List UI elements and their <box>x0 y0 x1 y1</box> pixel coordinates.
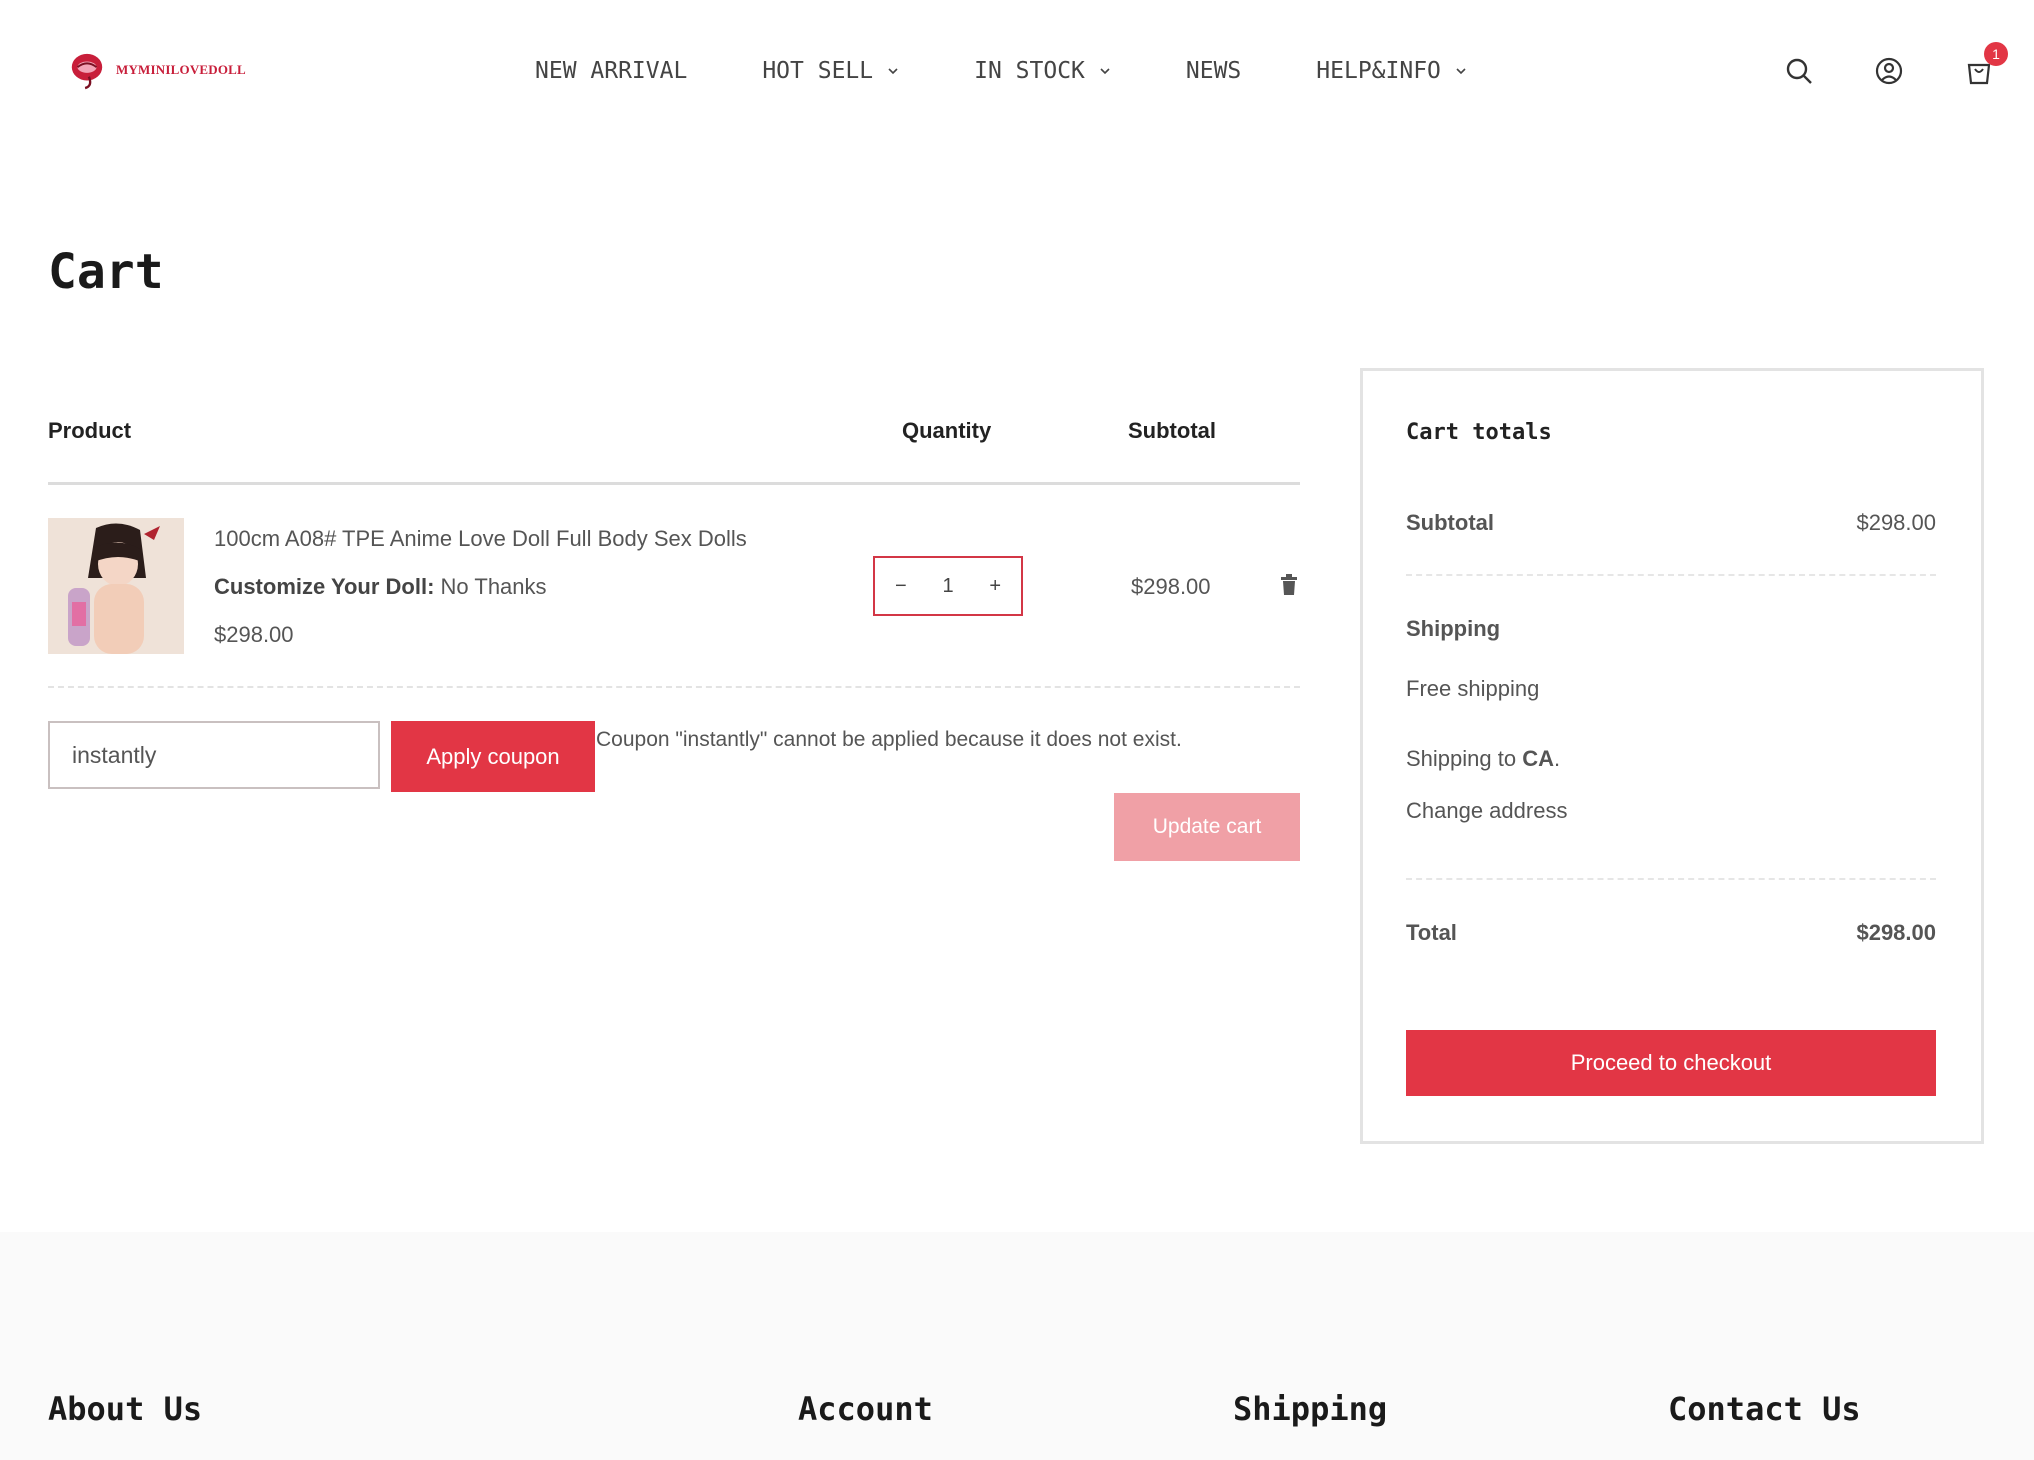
total-label: Total <box>1406 920 1457 945</box>
cart-count-badge: 1 <box>1984 42 2008 66</box>
nav-label: HOT SELL <box>762 58 874 84</box>
cart-icon[interactable]: 1 <box>1964 42 2008 86</box>
change-address-link[interactable]: Change address <box>1406 798 1567 824</box>
footer-heading-about: About Us <box>48 1390 203 1428</box>
proceed-to-checkout-button[interactable]: Proceed to checkout <box>1406 1030 1936 1096</box>
chevron-down-icon <box>888 68 898 75</box>
product-name-link[interactable]: 100cm A08# TPE Anime Love Doll Full Body… <box>214 526 747 552</box>
nav-new-arrival[interactable]: NEW ARRIVAL <box>535 58 687 84</box>
page-title: Cart <box>48 244 164 300</box>
quantity-stepper: − 1 + <box>873 556 1023 616</box>
cart-totals-title: Cart totals <box>1406 420 1552 445</box>
update-cart-button[interactable]: Update cart <box>1114 793 1300 861</box>
site-header: MYMINILOVEDOLL NEW ARRIVAL HOT SELL IN S… <box>0 0 2034 148</box>
trash-icon[interactable] <box>1280 574 1298 596</box>
shipping-label: Shipping <box>1406 616 1501 641</box>
column-header-product: Product <box>48 418 132 443</box>
nav-label: NEW ARRIVAL <box>535 58 688 84</box>
header-actions: 1 <box>1784 42 2008 86</box>
column-header-quantity: Quantity <box>902 418 992 443</box>
main-nav: NEW ARRIVAL HOT SELL IN STOCK NEWS HELP&… <box>535 58 1542 84</box>
nav-hot-sell[interactable]: HOT SELL <box>762 58 899 84</box>
logo-text: MYMINILOVEDOLL <box>116 62 246 77</box>
line-subtotal: $298.00 <box>1131 574 1211 599</box>
header-divider <box>48 482 1300 485</box>
footer-heading-contact: Contact Us <box>1668 1390 1861 1428</box>
increase-quantity-button[interactable]: + <box>989 575 1001 598</box>
chevron-down-icon <box>1100 68 1110 75</box>
shipping-method: Free shipping <box>1406 676 1540 701</box>
shipping-destination: Shipping to CA. <box>1406 746 1561 771</box>
nav-help-info[interactable]: HELP&INFO <box>1316 58 1467 84</box>
shipping-region: CA <box>1522 746 1554 771</box>
footer-heading-shipping: Shipping <box>1233 1390 1388 1428</box>
product-thumbnail[interactable] <box>48 518 184 654</box>
nav-label: IN STOCK <box>974 58 1085 84</box>
nav-label: NEWS <box>1185 58 1242 84</box>
coupon-error-message: Coupon "instantly" cannot be applied bec… <box>596 728 1182 751</box>
nav-label: HELP&INFO <box>1316 58 1441 84</box>
product-option: Customize Your Doll: No Thanks <box>214 574 547 600</box>
site-logo[interactable]: MYMINILOVEDOLL <box>68 50 246 90</box>
option-label: Customize Your Doll: <box>214 574 435 599</box>
shipping-to-prefix: Shipping to <box>1406 746 1517 771</box>
coupon-code-input[interactable]: instantly <box>48 721 380 789</box>
row-divider <box>48 686 1300 688</box>
total-value: $298.00 <box>1856 920 1936 945</box>
product-price: $298.00 <box>214 622 294 647</box>
quantity-value[interactable]: 1 <box>942 575 953 598</box>
nav-news[interactable]: NEWS <box>1186 58 1241 84</box>
lips-logo-icon <box>71 53 103 90</box>
chevron-down-icon <box>1456 68 1466 75</box>
subtotal-label: Subtotal <box>1406 510 1494 535</box>
account-icon[interactable] <box>1874 56 1904 86</box>
totals-divider <box>1406 574 1936 576</box>
subtotal-value: $298.00 <box>1856 510 1936 535</box>
search-icon[interactable] <box>1784 56 1814 86</box>
nav-in-stock[interactable]: IN STOCK <box>974 58 1111 84</box>
apply-coupon-button[interactable]: Apply coupon <box>391 721 595 792</box>
column-header-subtotal: Subtotal <box>1128 418 1216 443</box>
totals-divider <box>1406 878 1936 880</box>
option-value: No Thanks <box>440 574 547 599</box>
footer-heading-account: Account <box>798 1390 933 1428</box>
decrease-quantity-button[interactable]: − <box>895 575 907 598</box>
